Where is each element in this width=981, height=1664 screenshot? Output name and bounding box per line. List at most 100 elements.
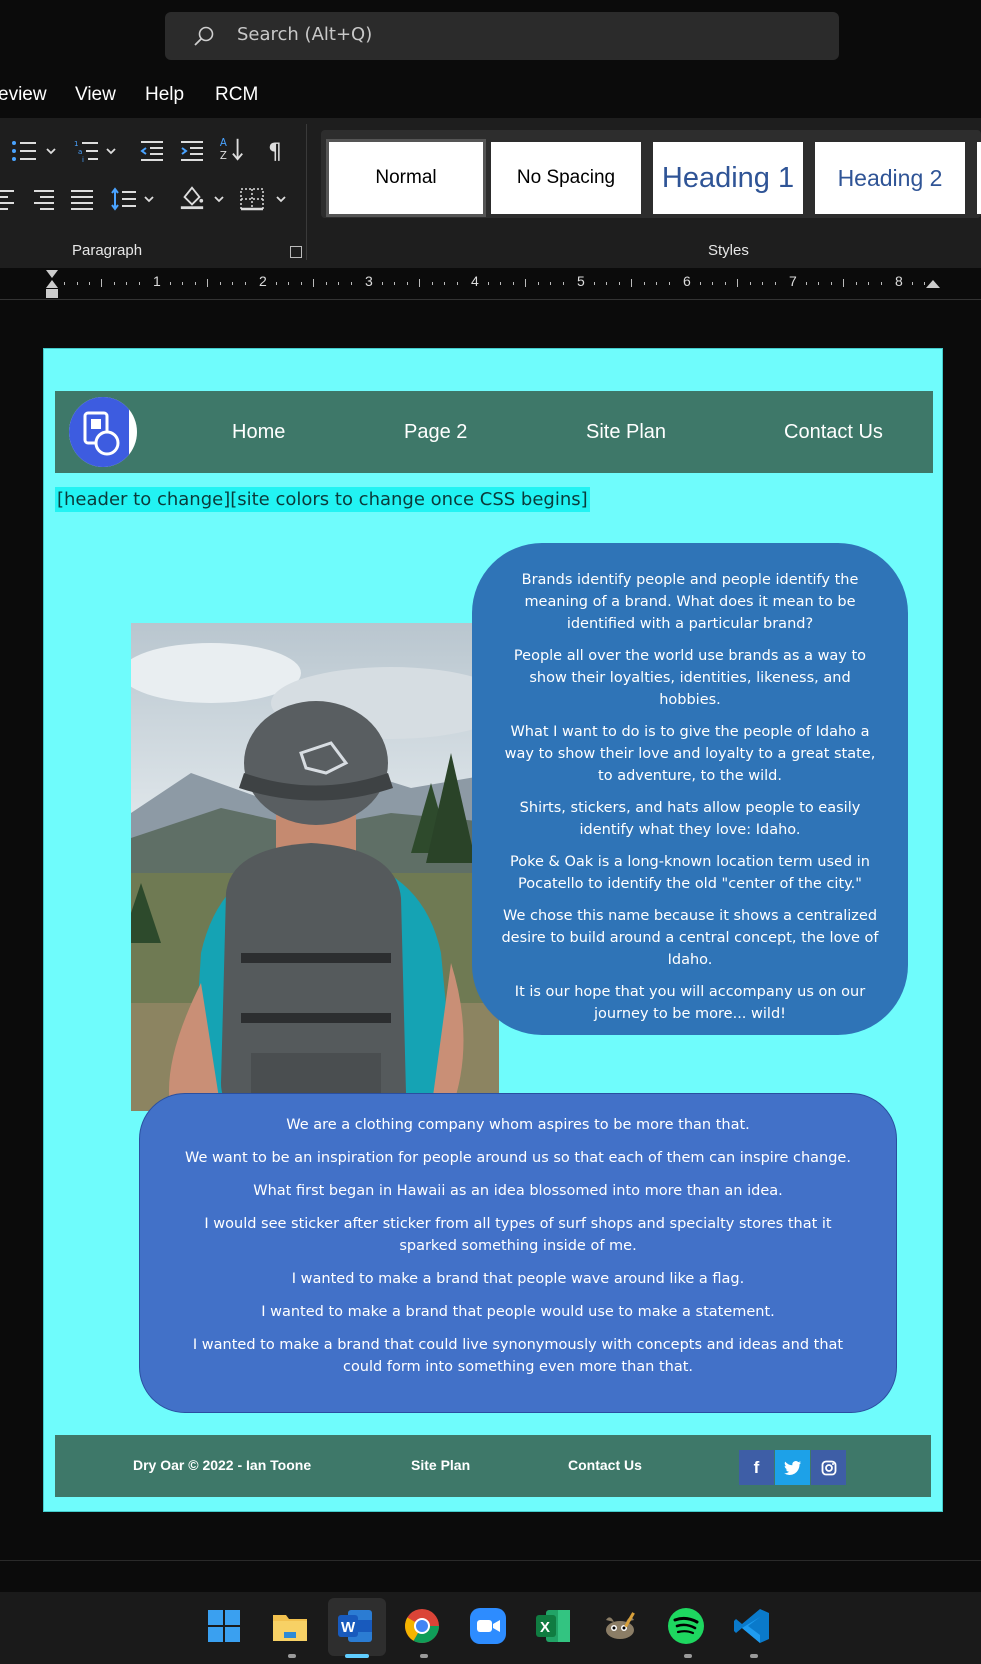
search-placeholder: Search (Alt+Q) bbox=[237, 24, 373, 45]
card-paragraph: What first began in Hawaii as an idea bl… bbox=[253, 1183, 783, 1199]
nav-site-plan[interactable]: Site Plan bbox=[586, 421, 666, 444]
vscode-icon[interactable] bbox=[732, 1606, 772, 1646]
menu-help[interactable]: Help bbox=[145, 84, 184, 106]
ruler: 1 2 3 4 5 6 7 8 bbox=[0, 268, 981, 300]
increase-indent-icon[interactable] bbox=[178, 138, 206, 164]
style-heading-1-label: Heading 1 bbox=[661, 161, 795, 194]
style-no-spacing[interactable]: No Spacing bbox=[491, 142, 641, 214]
story-card: We are a clothing company whom aspires t… bbox=[139, 1093, 897, 1413]
chevron-down-icon[interactable] bbox=[212, 186, 226, 212]
chevron-down-icon[interactable] bbox=[142, 186, 156, 212]
ribbon-separator bbox=[306, 124, 307, 260]
style-heading-2-label: Heading 2 bbox=[837, 164, 943, 191]
twitter-icon[interactable] bbox=[775, 1450, 810, 1485]
footer-contact-link[interactable]: Contact Us bbox=[568, 1457, 642, 1473]
card-paragraph: Brands identify people and people identi… bbox=[521, 572, 859, 632]
svg-text:Z: Z bbox=[220, 151, 227, 162]
search-box[interactable]: Search (Alt+Q) bbox=[165, 12, 839, 60]
word-icon[interactable]: W bbox=[336, 1606, 376, 1646]
styles-group-label: Styles bbox=[708, 242, 749, 259]
left-indent-marker bbox=[46, 289, 58, 298]
nav-contact-us[interactable]: Contact Us bbox=[784, 421, 883, 444]
decrease-indent-icon[interactable] bbox=[138, 138, 166, 164]
shading-icon[interactable] bbox=[178, 184, 206, 210]
align-left-icon[interactable] bbox=[0, 186, 22, 212]
nav-home[interactable]: Home bbox=[232, 421, 285, 444]
ruler-number: 3 bbox=[365, 273, 373, 289]
ruler-number: 5 bbox=[577, 273, 585, 289]
logo-icon bbox=[83, 411, 120, 456]
spotify-icon[interactable] bbox=[666, 1606, 706, 1646]
instagram-glyph-icon bbox=[821, 1460, 836, 1475]
style-heading-1[interactable]: Heading 1 bbox=[653, 142, 803, 214]
card-paragraph: We want to be an inspiration for people … bbox=[185, 1150, 851, 1166]
menu-review[interactable]: eview bbox=[0, 84, 47, 106]
nav-page-2[interactable]: Page 2 bbox=[404, 421, 467, 444]
footer-site-plan-link[interactable]: Site Plan bbox=[411, 1457, 470, 1473]
card-paragraph: We chose this name because it shows a ce… bbox=[501, 908, 879, 968]
style-heading-2[interactable]: Heading 2 bbox=[815, 142, 965, 214]
hiker-photo-illustration bbox=[131, 623, 499, 1111]
menu-view[interactable]: View bbox=[75, 84, 116, 106]
ruler-ticks bbox=[46, 270, 940, 298]
hiker-photo bbox=[131, 623, 499, 1111]
style-normal[interactable]: Normal bbox=[326, 139, 486, 217]
excel-icon[interactable]: X bbox=[534, 1606, 574, 1646]
card-paragraph: What I want to do is to give the people … bbox=[504, 724, 876, 784]
twitter-bird-icon bbox=[783, 1460, 801, 1475]
svg-text:a: a bbox=[78, 148, 82, 156]
bullets-icon[interactable] bbox=[10, 138, 38, 164]
menu-bar: eview View Help RCM bbox=[0, 78, 981, 114]
document-page[interactable]: Home Page 2 Site Plan Contact Us [header… bbox=[43, 348, 943, 1512]
site-nav-bar: Home Page 2 Site Plan Contact Us bbox=[55, 391, 933, 473]
borders-icon[interactable] bbox=[238, 186, 266, 212]
word-window: Search (Alt+Q) eview View Help RCM 1ai A… bbox=[0, 0, 981, 1664]
running-indicator bbox=[750, 1654, 758, 1658]
svg-text:i: i bbox=[82, 156, 84, 164]
paragraph-group-label: Paragraph bbox=[72, 242, 143, 259]
card-paragraph: It is our hope that you will accompany u… bbox=[514, 984, 866, 1022]
search-icon bbox=[194, 26, 214, 46]
line-spacing-icon[interactable] bbox=[110, 186, 138, 212]
svg-text:¶: ¶ bbox=[268, 140, 282, 164]
ruler-number: 1 bbox=[153, 273, 161, 289]
taskbar: W X bbox=[0, 1592, 981, 1664]
card-paragraph: I would see sticker after sticker from a… bbox=[204, 1216, 832, 1254]
card-paragraph: I wanted to make a brand that could live… bbox=[192, 1337, 844, 1375]
footer-copyright: Dry Oar © 2022 - Ian Toone bbox=[133, 1457, 312, 1473]
chevron-down-icon[interactable] bbox=[44, 138, 58, 164]
running-indicator bbox=[420, 1654, 428, 1658]
ruler-number: 8 bbox=[895, 273, 903, 289]
card-paragraph: I wanted to make a brand that people wou… bbox=[261, 1304, 775, 1320]
windows-start-icon[interactable] bbox=[204, 1606, 244, 1646]
justify-icon[interactable] bbox=[68, 186, 96, 212]
sort-icon[interactable]: AZ bbox=[218, 136, 246, 162]
running-indicator bbox=[288, 1654, 296, 1658]
style-more[interactable] bbox=[977, 142, 981, 214]
chevron-down-icon[interactable] bbox=[104, 138, 118, 164]
chrome-icon[interactable] bbox=[402, 1606, 442, 1646]
chevron-down-icon[interactable] bbox=[274, 186, 288, 212]
running-indicator bbox=[684, 1654, 692, 1658]
align-right-icon[interactable] bbox=[30, 186, 58, 212]
ruler-number: 4 bbox=[471, 273, 479, 289]
ribbon: 1ai AZ ¶ Paragraph Styles Normal No Spac… bbox=[0, 118, 981, 268]
ruler-number: 6 bbox=[683, 273, 691, 289]
paragraph-dialog-launcher[interactable] bbox=[290, 246, 302, 258]
ruler-number: 2 bbox=[259, 273, 267, 289]
card-paragraph: Poke & Oak is a long-known location term… bbox=[510, 854, 870, 892]
multilevel-list-icon[interactable]: 1ai bbox=[72, 138, 100, 164]
file-explorer-icon[interactable] bbox=[270, 1606, 310, 1646]
site-logo bbox=[69, 397, 137, 467]
svg-text:A: A bbox=[220, 138, 227, 149]
menu-rcm[interactable]: RCM bbox=[215, 84, 258, 106]
facebook-icon[interactable]: f bbox=[739, 1450, 774, 1485]
brand-card: Brands identify people and people identi… bbox=[472, 543, 908, 1035]
show-formatting-icon[interactable]: ¶ bbox=[264, 138, 292, 164]
instagram-icon[interactable] bbox=[811, 1450, 846, 1485]
ruler-number: 7 bbox=[789, 273, 797, 289]
svg-text:W: W bbox=[341, 1619, 356, 1636]
card-paragraph: People all over the world use brands as … bbox=[513, 648, 867, 708]
zoom-icon[interactable] bbox=[468, 1606, 508, 1646]
gimp-icon[interactable] bbox=[600, 1606, 640, 1646]
